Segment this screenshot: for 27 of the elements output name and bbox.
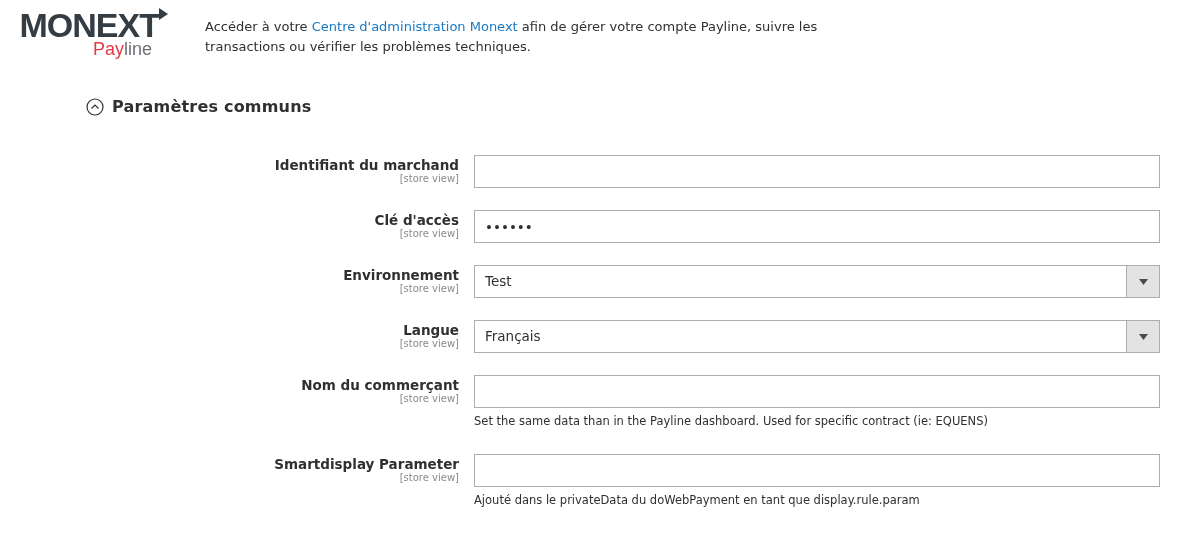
scope-label: [store view]	[399, 472, 459, 484]
field-label: Nom du commerçant	[301, 377, 459, 393]
scope-label: [store view]	[399, 393, 459, 405]
product-name: Payline	[92, 39, 152, 59]
admin-link[interactable]: Centre d'administration Monext	[311, 19, 518, 34]
select-field[interactable]: Test	[474, 265, 1160, 298]
intro-text: Accéder à votre Centre d'administration Monext afin de gérer votre compte Payline, suivre les transactions ou vérifier les problèmes techniques.	[205, 18, 819, 56]
select-field[interactable]: Français	[474, 320, 1160, 353]
input-field[interactable]	[474, 375, 1160, 408]
triangle-icon	[159, 8, 168, 20]
field-label: Clé d'accès	[374, 212, 459, 228]
brand-name: MONEXT	[19, 8, 159, 42]
input-field[interactable]	[474, 155, 1160, 188]
input-field[interactable]	[474, 454, 1160, 487]
scope-label: [store view]	[399, 338, 459, 350]
field-label: Environnement	[343, 267, 459, 283]
collapse-icon[interactable]	[86, 98, 104, 116]
section-title: Paramètres communs	[112, 96, 312, 118]
field-note: Set the same data than in the Payline dashboard. Used for specific contract (ie: EQUENS)	[474, 414, 989, 428]
field-label: Smartdisplay Parameter	[274, 456, 459, 472]
scope-label: [store view]	[399, 228, 459, 240]
input-field[interactable]: ••••••	[474, 210, 1160, 243]
field-note: Ajouté dans le privateData du doWebPayment en tant que display.rule.param	[474, 493, 921, 507]
field-label: Langue	[403, 322, 459, 338]
scope-label: [store view]	[399, 173, 459, 185]
field-label: Identifiant du marchand	[274, 157, 459, 173]
scope-label: [store view]	[399, 283, 459, 295]
